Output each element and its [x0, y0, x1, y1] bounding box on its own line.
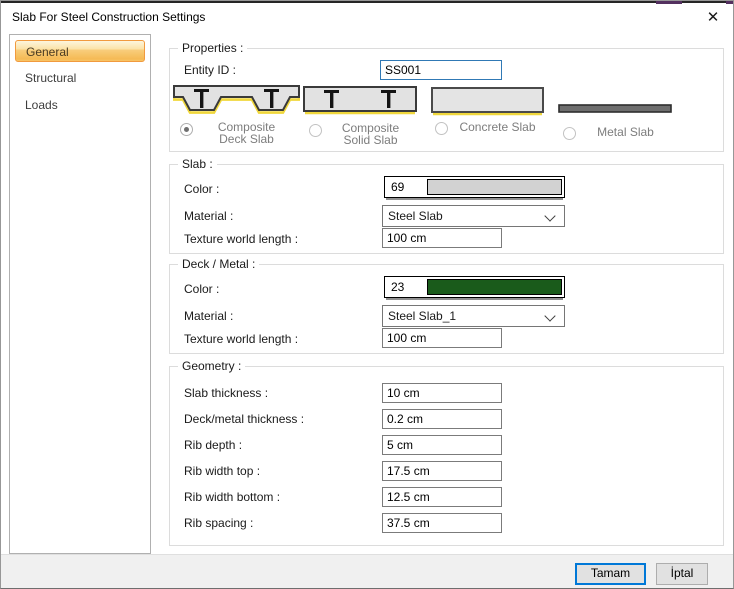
rib-spacing-input[interactable] — [382, 513, 502, 533]
slab-texture-label: Texture world length : — [184, 232, 299, 246]
entity-id-label: Entity ID : — [184, 63, 237, 77]
slab-color-label: Color : — [184, 182, 220, 196]
radio-metal-slab[interactable] — [563, 127, 576, 140]
slab-color-button[interactable]: 69 — [384, 176, 565, 198]
properties-legend: Properties : — [178, 41, 248, 55]
deck-color-label: Color : — [184, 282, 220, 296]
properties-group: Properties : Entity ID : Composite Deck … — [169, 41, 724, 152]
deck-color-button[interactable]: 23 — [384, 276, 565, 298]
deck-texture-input[interactable] — [382, 328, 502, 348]
slab-legend: Slab : — [178, 157, 217, 171]
deck-color-swatch — [427, 279, 562, 295]
deck-material-label: Material : — [184, 309, 234, 323]
rib-width-top-input[interactable] — [382, 461, 502, 481]
sidebar-item-general[interactable]: General — [15, 40, 145, 62]
deck-metal-thickness-label: Deck/metal thickness : — [184, 412, 305, 426]
metal-slab-image — [558, 104, 672, 113]
slab-group: Slab : Color : 69 Material : Steel Slab … — [169, 157, 724, 254]
radio-composite-deck-slab[interactable] — [180, 123, 193, 136]
slab-material-label: Material : — [184, 209, 234, 223]
rib-spacing-label: Rib spacing : — [184, 516, 254, 530]
chevron-down-icon — [544, 310, 556, 322]
slab-type-option-composite-deck: Composite Deck Slab — [172, 85, 300, 145]
composite-solid-slab-image — [303, 86, 417, 115]
geometry-group: Geometry : Slab thickness : Deck/metal t… — [169, 359, 724, 546]
rib-width-bottom-label: Rib width bottom : — [184, 490, 281, 504]
slab-type-option-metal: Metal Slab — [555, 85, 675, 140]
background-window-sliver — [656, 1, 682, 4]
window-top-edge — [1, 1, 733, 3]
slab-settings-dialog: Slab For Steel Construction Settings ✕ G… — [0, 0, 734, 589]
rib-width-bottom-input[interactable] — [382, 487, 502, 507]
slab-type-caption: Composite Deck Slab — [217, 120, 276, 146]
rib-depth-label: Rib depth : — [184, 438, 243, 452]
entity-id-input[interactable] — [380, 60, 502, 80]
chevron-down-icon — [544, 210, 556, 222]
category-sidebar: General Structural Loads — [9, 34, 151, 554]
background-window-sliver — [726, 1, 733, 4]
slab-type-option-composite-solid: Composite Solid Slab — [301, 85, 419, 146]
ok-button[interactable]: Tamam — [575, 563, 646, 585]
dialog-footer: Tamam İptal — [1, 554, 733, 588]
deck-material-select[interactable]: Steel Slab_1 — [382, 305, 565, 327]
radio-composite-solid-slab[interactable] — [309, 124, 322, 137]
radio-concrete-slab[interactable] — [435, 122, 448, 135]
slab-texture-input[interactable] — [382, 228, 502, 248]
slab-color-number: 69 — [387, 179, 427, 195]
deck-metal-group: Deck / Metal : Color : 23 Material : Ste… — [169, 257, 724, 354]
rib-width-top-label: Rib width top : — [184, 464, 261, 478]
slab-color-swatch — [427, 179, 562, 195]
composite-deck-slab-image — [172, 85, 300, 114]
slab-type-caption: Concrete Slab — [459, 120, 536, 134]
slab-thickness-label: Slab thickness : — [184, 386, 269, 400]
geometry-legend: Geometry : — [178, 359, 246, 373]
sidebar-item-loads[interactable]: Loads — [15, 94, 145, 116]
concrete-slab-image — [430, 87, 544, 116]
slab-thickness-input[interactable] — [382, 383, 502, 403]
slab-material-select[interactable]: Steel Slab — [382, 205, 565, 227]
rib-depth-input[interactable] — [382, 435, 502, 455]
sidebar-item-structural[interactable]: Structural — [15, 67, 145, 89]
deck-color-number: 23 — [387, 279, 427, 295]
close-icon[interactable]: ✕ — [701, 6, 725, 30]
dialog-title: Slab For Steel Construction Settings — [12, 10, 206, 24]
deck-texture-label: Texture world length : — [184, 332, 299, 346]
deck-metal-thickness-input[interactable] — [382, 409, 502, 429]
slab-type-caption: Metal Slab — [597, 125, 654, 139]
slab-material-value: Steel Slab — [388, 209, 443, 223]
slab-type-caption: Composite Solid Slab — [341, 121, 400, 147]
slab-type-option-concrete: Concrete Slab — [427, 85, 547, 135]
deck-metal-legend: Deck / Metal : — [178, 257, 260, 271]
cancel-button[interactable]: İptal — [656, 563, 708, 585]
deck-material-value: Steel Slab_1 — [388, 309, 457, 323]
